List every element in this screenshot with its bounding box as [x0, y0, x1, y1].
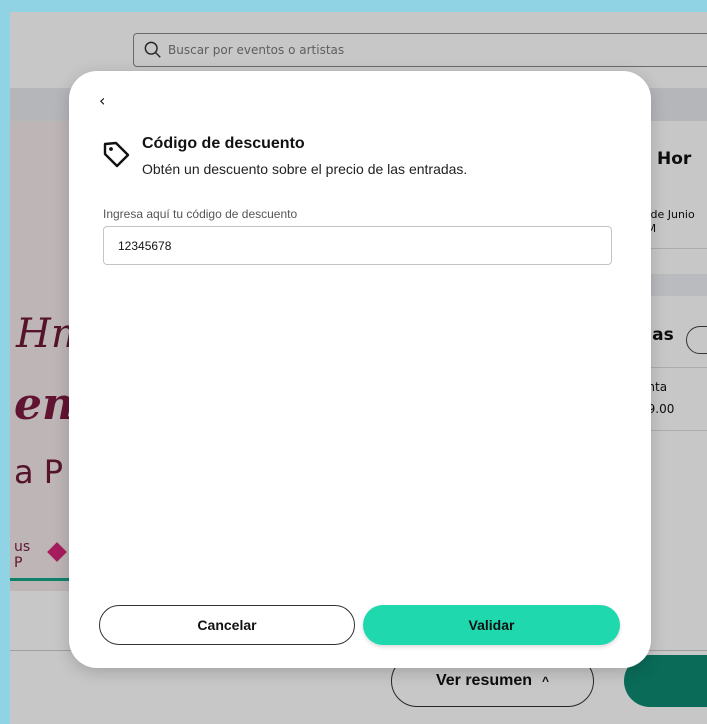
discount-code-input[interactable]: [103, 226, 612, 265]
validate-button[interactable]: Validar: [363, 605, 620, 645]
cancel-button[interactable]: Cancelar: [99, 605, 355, 645]
discount-code-label: Ingresa aquí tu código de descuento: [103, 207, 298, 221]
tag-icon: [103, 141, 130, 168]
back-button[interactable]: ‹: [99, 91, 115, 111]
discount-code-modal: ‹ Código de descuento Obtén un descuento…: [69, 71, 651, 668]
modal-description: Obtén un descuento sobre el precio de la…: [142, 161, 468, 177]
modal-title: Código de descuento: [142, 135, 305, 152]
